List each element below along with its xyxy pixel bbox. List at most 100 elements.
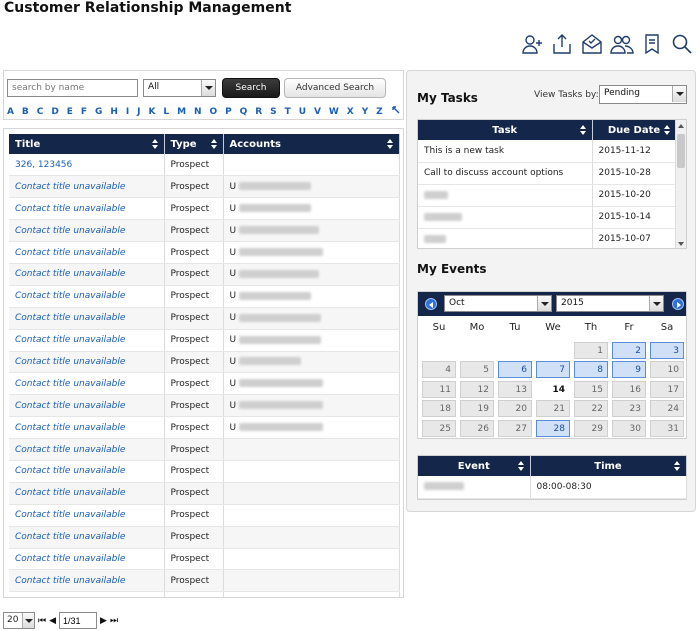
- contact-link[interactable]: Contact title unavailable: [15, 357, 125, 367]
- calendar-day[interactable]: 9: [612, 361, 646, 379]
- task-row[interactable]: 2015-10-14: [418, 206, 677, 229]
- calendar-day[interactable]: 23: [612, 400, 646, 418]
- scroll-thumb[interactable]: [677, 134, 685, 168]
- alpha-filter-a[interactable]: A: [7, 107, 14, 117]
- month-select[interactable]: Oct: [444, 295, 552, 312]
- alpha-filter-l[interactable]: L: [163, 107, 169, 117]
- contact-link[interactable]: Contact title unavailable: [15, 554, 125, 564]
- alpha-filter-m[interactable]: M: [177, 107, 186, 117]
- email-icon[interactable]: [580, 32, 604, 56]
- calendar-day[interactable]: 14: [536, 380, 570, 398]
- calendar-day[interactable]: 31: [650, 419, 684, 437]
- calendar-day[interactable]: 18: [422, 400, 456, 418]
- calendar-day[interactable]: 27: [498, 419, 532, 437]
- table-row[interactable]: Contact title unavailable Prospect U: [9, 241, 400, 264]
- alpha-filter-z[interactable]: Z: [376, 107, 383, 117]
- export-icon[interactable]: [550, 32, 574, 56]
- group-icon[interactable]: [610, 32, 634, 56]
- table-row[interactable]: Contact title unavailable Prospect U: [9, 219, 400, 243]
- column-header-task[interactable]: Task: [418, 120, 593, 140]
- table-row[interactable]: 326, 123456 Prospect: [9, 154, 400, 177]
- table-row[interactable]: Contact title unavailable Prospect U: [9, 416, 400, 440]
- table-row[interactable]: Contact title unavailable Prospect: [9, 569, 400, 593]
- calendar-day[interactable]: 24: [650, 400, 684, 418]
- contact-link[interactable]: Contact title unavailable: [15, 226, 125, 236]
- bookmark-icon[interactable]: [640, 32, 664, 56]
- scroll-down-icon[interactable]: [678, 242, 684, 246]
- calendar-day[interactable]: 22: [574, 400, 608, 418]
- alpha-filter-f[interactable]: F: [81, 107, 87, 117]
- alpha-filter-t[interactable]: T: [285, 107, 291, 117]
- alpha-filter-e[interactable]: E: [67, 107, 73, 117]
- type-filter-select[interactable]: All: [143, 79, 216, 97]
- calendar-day[interactable]: 20: [498, 400, 532, 418]
- table-row[interactable]: Contact title unavailable Prospect U: [9, 329, 400, 352]
- calendar-day[interactable]: 25: [422, 419, 456, 437]
- advanced-search-button[interactable]: Advanced Search: [284, 78, 386, 98]
- table-row[interactable]: Contact title unavailable Prospect U: [9, 307, 400, 330]
- contact-link[interactable]: 326, 123456: [15, 160, 72, 170]
- calendar-day[interactable]: 6: [498, 361, 532, 379]
- contact-link[interactable]: Contact title unavailable: [15, 488, 125, 498]
- alpha-filter-p[interactable]: P: [225, 107, 232, 117]
- calendar-day[interactable]: 19: [460, 400, 494, 418]
- alpha-filter-u[interactable]: U: [299, 107, 306, 117]
- alpha-filter-x[interactable]: X: [347, 107, 354, 117]
- next-page-icon[interactable]: ▶: [100, 616, 107, 626]
- calendar-day[interactable]: 11: [422, 380, 456, 398]
- contact-link[interactable]: Contact title unavailable: [15, 401, 125, 411]
- column-header-title[interactable]: Title: [9, 134, 165, 154]
- table-row[interactable]: Contact title unavailable Prospect U: [9, 175, 400, 199]
- calendar-day[interactable]: 26: [460, 419, 494, 437]
- calendar-day[interactable]: 30: [612, 419, 646, 437]
- table-row[interactable]: Contact title unavailable Prospect U: [9, 285, 400, 308]
- alpha-filter-i[interactable]: I: [126, 107, 129, 117]
- calendar-day[interactable]: 15: [574, 380, 608, 398]
- first-page-icon[interactable]: ⏮: [38, 616, 46, 626]
- contact-link[interactable]: Contact title unavailable: [15, 182, 125, 192]
- alpha-filter-y[interactable]: Y: [362, 107, 369, 117]
- contact-link[interactable]: Contact title unavailable: [15, 379, 125, 389]
- calendar-day[interactable]: 10: [650, 361, 684, 379]
- tasks-scrollbar[interactable]: [675, 120, 686, 248]
- alpha-filter-k[interactable]: K: [148, 107, 155, 117]
- calendar-day[interactable]: 7: [536, 361, 570, 379]
- contact-link[interactable]: Contact title unavailable: [15, 335, 125, 345]
- table-row[interactable]: Contact title unavailable Prospect U: [9, 263, 400, 286]
- contact-link[interactable]: Contact title unavailable: [15, 510, 125, 520]
- alpha-filter-g[interactable]: G: [95, 107, 102, 117]
- search-button[interactable]: Search: [222, 78, 280, 98]
- calendar-day[interactable]: 29: [574, 419, 608, 437]
- contact-link[interactable]: Contact title unavailable: [15, 204, 125, 214]
- column-header-type[interactable]: Type: [164, 134, 224, 154]
- contact-link[interactable]: Contact title unavailable: [15, 291, 125, 301]
- year-select[interactable]: 2015: [556, 295, 664, 312]
- alpha-filter-w[interactable]: W: [329, 107, 339, 117]
- contact-link[interactable]: Contact title unavailable: [15, 466, 125, 476]
- task-row[interactable]: 2015-10-07: [418, 228, 677, 248]
- calendar-day[interactable]: 17: [650, 380, 684, 398]
- table-row[interactable]: Contact title unavailable Prospect U: [9, 372, 400, 396]
- task-row[interactable]: This is a new task 2015-11-12: [418, 140, 677, 163]
- next-month-icon[interactable]: [672, 298, 684, 310]
- table-row[interactable]: Contact title unavailable Prospect: [9, 438, 400, 461]
- alpha-filter-q[interactable]: Q: [240, 107, 248, 117]
- search-input[interactable]: [7, 79, 138, 97]
- task-row[interactable]: 2015-10-20: [418, 184, 677, 207]
- calendar-day[interactable]: 13: [498, 380, 532, 398]
- search-icon[interactable]: [670, 32, 694, 56]
- reset-filter-icon[interactable]: [391, 105, 401, 118]
- table-row[interactable]: Contact title unavailable Prospect: [9, 526, 400, 549]
- contact-link[interactable]: Contact title unavailable: [15, 576, 125, 586]
- table-row[interactable]: Contact title unavailable Prospect: [9, 482, 400, 505]
- contact-link[interactable]: Contact title unavailable: [15, 269, 125, 279]
- column-header-accounts[interactable]: Accounts: [223, 134, 400, 154]
- alpha-filter-v[interactable]: V: [314, 107, 321, 117]
- task-row[interactable]: Call to discuss account options 2015-10-2…: [418, 162, 677, 185]
- calendar-day[interactable]: 3: [650, 342, 684, 359]
- calendar-day[interactable]: 2: [612, 342, 646, 359]
- calendar-day[interactable]: 8: [574, 361, 608, 379]
- calendar-day[interactable]: 4: [422, 361, 456, 379]
- prev-month-icon[interactable]: [425, 298, 437, 310]
- table-row[interactable]: Contact title unavailable Prospect: [9, 548, 400, 571]
